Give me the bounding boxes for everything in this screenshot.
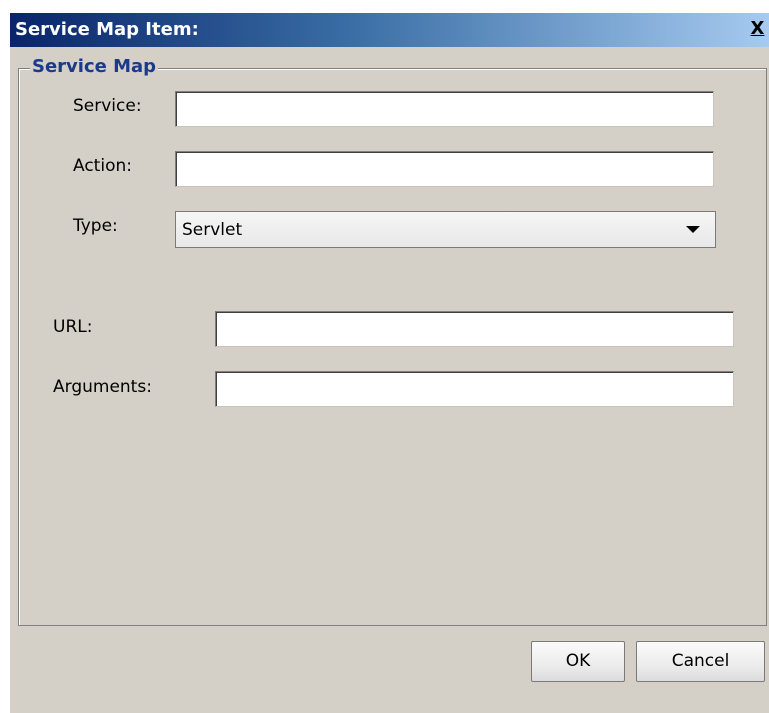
- type-select[interactable]: Servlet: [175, 211, 716, 248]
- arguments-input[interactable]: [215, 371, 734, 407]
- service-input[interactable]: [175, 91, 714, 127]
- url-label: URL:: [53, 317, 93, 337]
- title-bar[interactable]: Service Map Item: X: [10, 13, 769, 47]
- url-input[interactable]: [215, 311, 734, 347]
- type-selected-value: Servlet: [182, 220, 243, 240]
- group-title: Service Map: [30, 56, 159, 77]
- action-input[interactable]: [175, 151, 714, 187]
- close-icon[interactable]: X: [746, 18, 769, 41]
- service-label: Service:: [73, 96, 142, 116]
- service-map-item-dialog: Service Map Item: X Service Map Service:…: [10, 13, 769, 713]
- chevron-down-icon[interactable]: [686, 226, 700, 233]
- cancel-button[interactable]: Cancel: [636, 641, 765, 682]
- ok-button[interactable]: OK: [531, 641, 625, 682]
- arguments-label: Arguments:: [53, 377, 152, 397]
- type-label: Type:: [73, 216, 118, 236]
- dialog-title: Service Map Item:: [15, 19, 199, 40]
- action-label: Action:: [73, 156, 132, 176]
